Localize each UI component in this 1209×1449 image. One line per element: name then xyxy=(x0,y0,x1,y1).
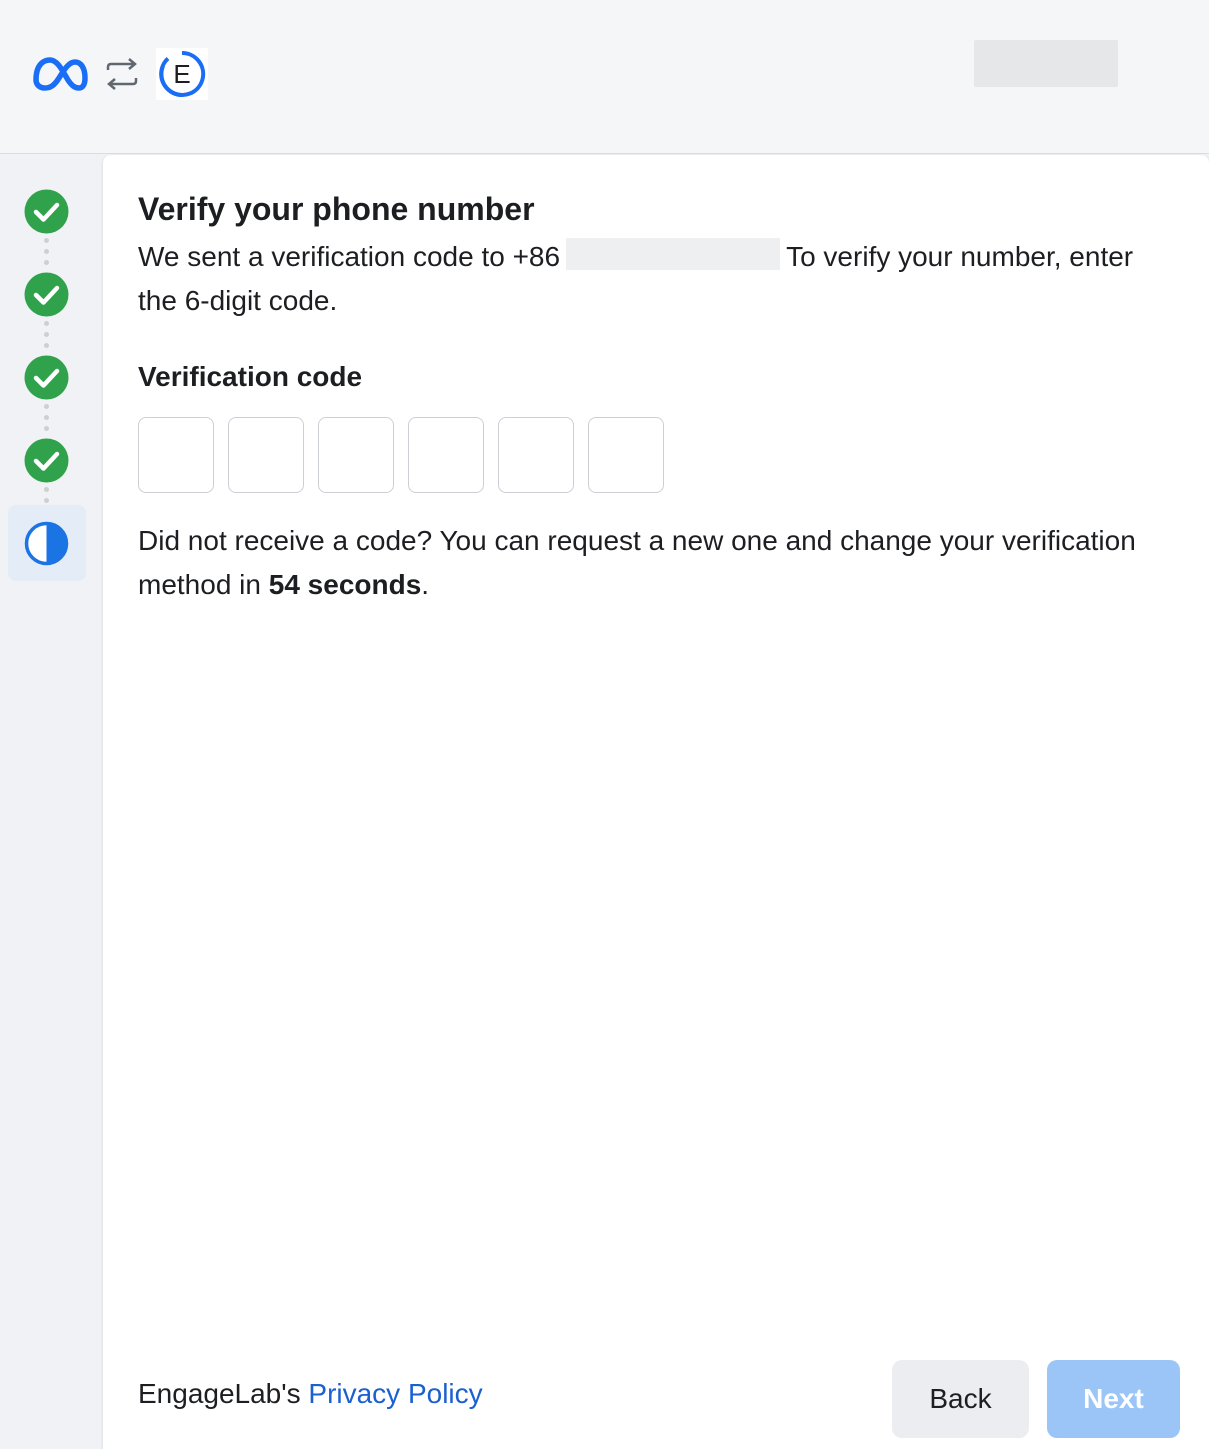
resend-countdown: 54 seconds xyxy=(268,569,422,600)
step-connector xyxy=(44,404,49,431)
check-circle-icon xyxy=(24,438,69,483)
code-label: Verification code xyxy=(138,361,363,392)
step-5-current xyxy=(24,521,69,566)
code-digit-3[interactable] xyxy=(318,417,394,493)
code-input-row xyxy=(138,417,664,493)
progress-sidebar xyxy=(0,155,103,1449)
step-connector xyxy=(44,238,49,265)
code-digit-1[interactable] xyxy=(138,417,214,493)
step-2-complete xyxy=(24,272,69,317)
brand-text: EngageLab's xyxy=(138,1378,301,1409)
resend-suffix: . xyxy=(421,569,430,600)
redacted-phone-number xyxy=(566,238,781,270)
engagelab-e-icon: E xyxy=(159,50,206,97)
logo-row: E xyxy=(30,46,208,102)
code-digit-6[interactable] xyxy=(588,417,664,493)
step-1-complete xyxy=(24,189,69,234)
next-button[interactable]: Next xyxy=(1047,1360,1180,1438)
meta-logo xyxy=(33,57,88,91)
privacy-policy-link[interactable]: Privacy Policy xyxy=(308,1378,482,1409)
check-circle-icon xyxy=(24,189,69,234)
back-button[interactable]: Back xyxy=(892,1360,1029,1438)
description-prefix: We sent a verification code to +86 xyxy=(138,241,561,272)
verification-description: We sent a verification code to +86 To ver… xyxy=(138,235,1148,323)
step-4-complete xyxy=(24,438,69,483)
verification-panel: Verify your phone number We sent a verif… xyxy=(103,155,1209,1449)
privacy-footer: EngageLab's Privacy Policy xyxy=(138,1378,483,1410)
check-circle-icon xyxy=(24,272,69,317)
redacted-account-area xyxy=(974,40,1118,87)
engagelab-logo: E xyxy=(156,48,208,100)
code-digit-2[interactable] xyxy=(228,417,304,493)
resend-notice: Did not receive a code? You can request … xyxy=(138,519,1138,607)
step-3-complete xyxy=(24,355,69,400)
code-digit-4[interactable] xyxy=(408,417,484,493)
step-connector xyxy=(44,487,49,503)
half-circle-icon xyxy=(24,521,69,566)
top-header: E xyxy=(0,0,1209,154)
step-connector xyxy=(44,321,49,348)
code-digit-5[interactable] xyxy=(498,417,574,493)
swap-arrows-icon xyxy=(106,58,138,90)
check-circle-icon xyxy=(24,355,69,400)
page-title: Verify your phone number xyxy=(138,191,535,227)
engagelab-letter: E xyxy=(173,59,190,89)
